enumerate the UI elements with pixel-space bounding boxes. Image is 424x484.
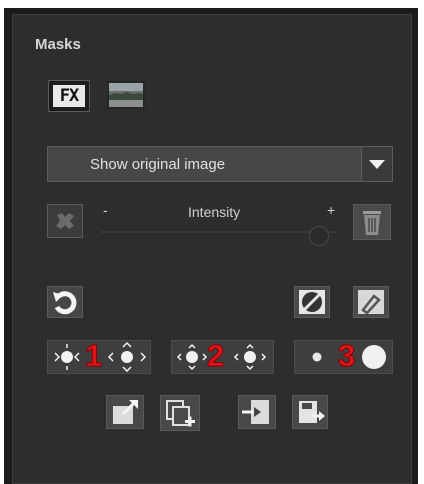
smooth-less-icon: [176, 343, 208, 371]
smooth-more-button[interactable]: [230, 342, 270, 372]
intensity-slider-track[interactable]: [100, 231, 338, 233]
export-icon: [113, 400, 138, 424]
large-dot-icon: [362, 345, 386, 369]
brush-icon: [358, 290, 384, 315]
landscape-icon: [109, 83, 143, 107]
intensity-label: Intensity: [188, 204, 241, 220]
undo-icon: [53, 291, 77, 315]
clear-mask-button[interactable]: [47, 204, 83, 238]
large-brush-button[interactable]: [358, 340, 392, 374]
import-icon: [242, 400, 269, 424]
invert-mask-icon: [299, 290, 325, 314]
smooth-less-button[interactable]: [173, 342, 211, 372]
expand-mask-button[interactable]: [107, 341, 147, 373]
group-number-2: 2: [206, 338, 225, 374]
shrink-mask-icon: [54, 344, 80, 370]
delete-mask-button[interactable]: [353, 204, 391, 240]
intensity-plus: +: [327, 202, 336, 218]
trash-icon: [363, 211, 381, 235]
copy-add-mask-button[interactable]: [160, 395, 200, 431]
smooth-more-icon: [233, 343, 267, 371]
export-mask-button[interactable]: [106, 395, 144, 429]
dropdown-toggle[interactable]: [361, 147, 392, 181]
import-mask-button[interactable]: [238, 395, 276, 429]
fx-mode-button[interactable]: FX: [48, 80, 90, 112]
save-icon: [299, 401, 325, 423]
copy-add-icon: [166, 400, 195, 427]
clear-mask-icon: [56, 213, 74, 229]
expand-mask-icon: [107, 341, 147, 373]
panel-title: Masks: [35, 36, 81, 53]
save-mask-button[interactable]: [292, 395, 328, 429]
small-brush-button[interactable]: [300, 342, 334, 372]
intensity-slider-handle[interactable]: [308, 226, 329, 246]
chevron-down-icon: [369, 160, 385, 169]
group-number-1: 1: [84, 338, 103, 374]
invert-mask-button[interactable]: [294, 286, 330, 318]
view-mode-dropdown[interactable]: Show original image: [47, 146, 393, 182]
intensity-minus: -: [103, 202, 108, 218]
image-mode-button[interactable]: [107, 81, 145, 109]
dropdown-selected-value: Show original image: [90, 156, 226, 173]
group-number-3: 3: [337, 338, 356, 374]
small-dot-icon: [312, 352, 322, 362]
fx-icon: FX: [53, 85, 85, 107]
undo-button[interactable]: [47, 286, 83, 318]
brush-button[interactable]: [353, 286, 389, 318]
shrink-mask-button[interactable]: [49, 342, 85, 372]
